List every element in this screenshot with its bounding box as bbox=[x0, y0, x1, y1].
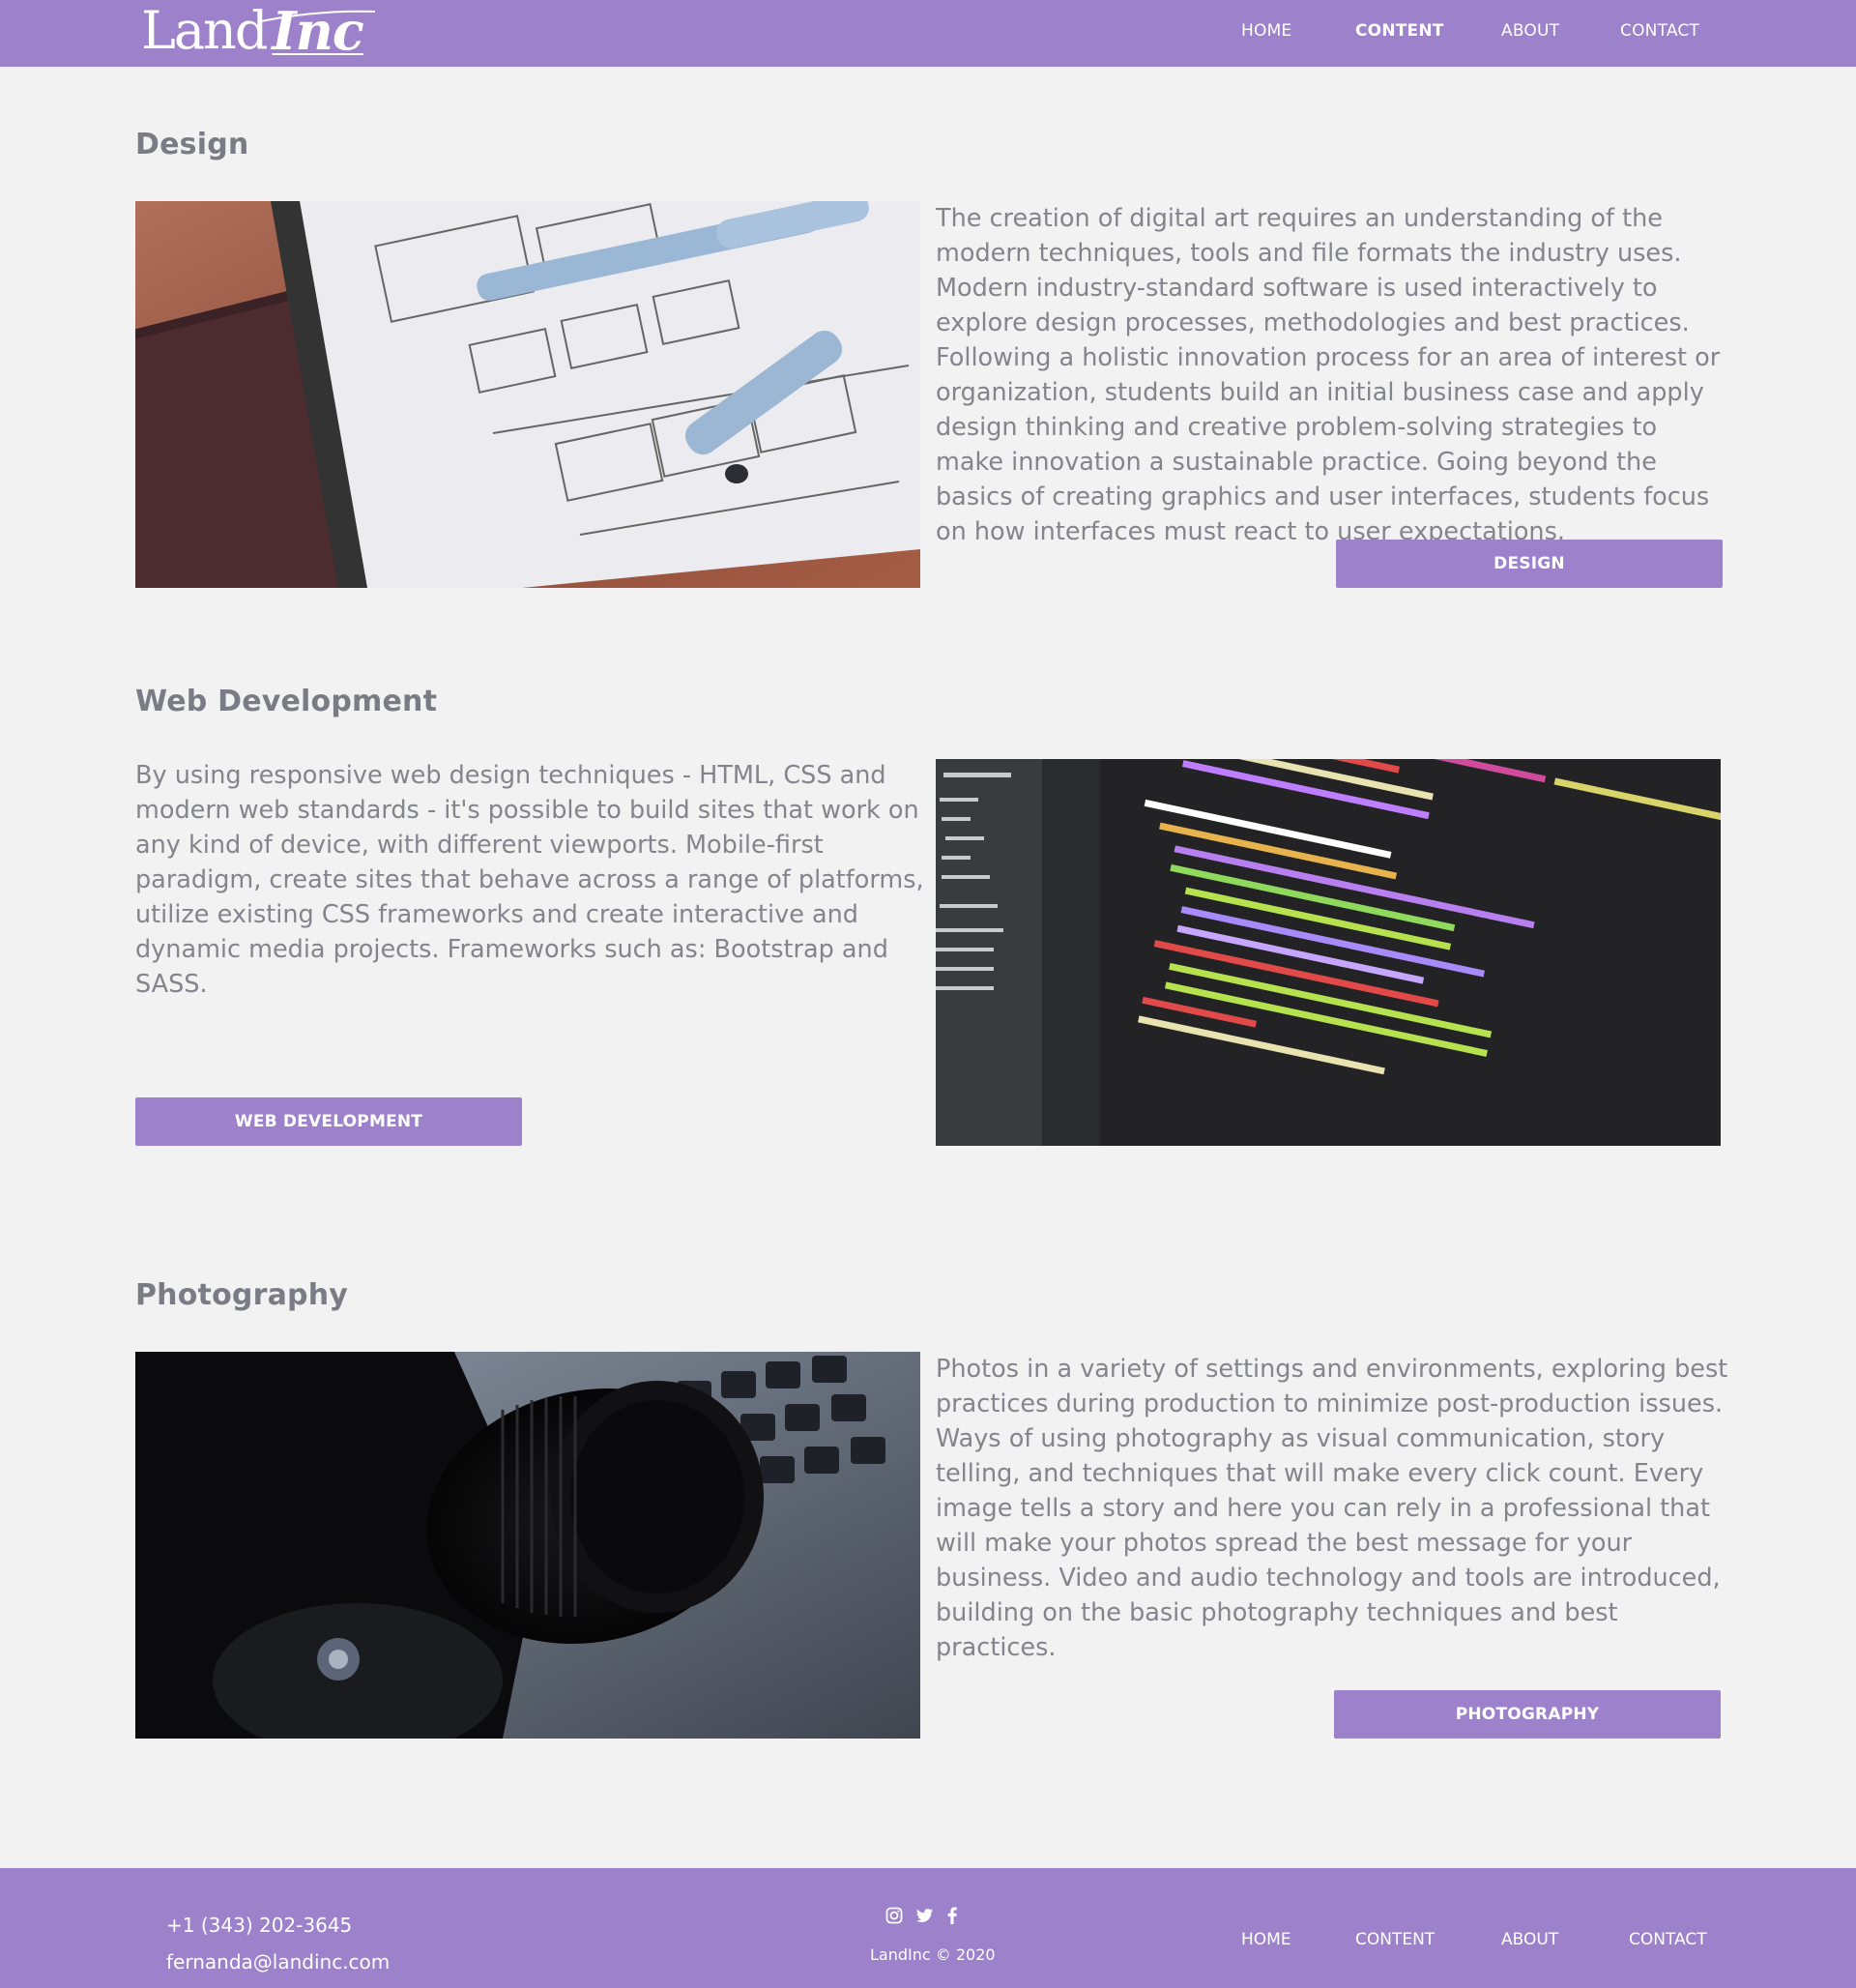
twitter-icon[interactable] bbox=[916, 1908, 934, 1927]
footer-phone[interactable]: +1 (343) 202-3645 bbox=[166, 1907, 390, 1944]
footer-copyright: LandInc © 2020 bbox=[870, 1945, 996, 1964]
footer-nav-home[interactable]: HOME bbox=[1241, 1930, 1291, 1949]
nav-home[interactable]: HOME bbox=[1241, 21, 1291, 41]
nav-contact[interactable]: CONTACT bbox=[1620, 21, 1699, 41]
section-title-design: Design bbox=[135, 128, 249, 161]
webdev-image bbox=[936, 759, 1721, 1146]
footer-contact: +1 (343) 202-3645 fernanda@landinc.com bbox=[166, 1907, 390, 1980]
nav-about[interactable]: ABOUT bbox=[1501, 21, 1559, 41]
footer-email[interactable]: fernanda@landinc.com bbox=[166, 1944, 390, 1980]
instagram-icon[interactable] bbox=[885, 1907, 903, 1928]
site-footer: +1 (343) 202-3645 fernanda@landinc.com L… bbox=[0, 1868, 1856, 1988]
logo-text-land: Land bbox=[141, 0, 268, 61]
social-links bbox=[885, 1907, 957, 1928]
footer-nav-content[interactable]: CONTENT bbox=[1355, 1930, 1435, 1949]
webdev-description: By using responsive web design technique… bbox=[135, 761, 924, 999]
section-title-photography: Photography bbox=[135, 1278, 349, 1312]
footer-nav-contact[interactable]: CONTACT bbox=[1629, 1930, 1707, 1949]
design-description: The creation of digital art requires an … bbox=[936, 204, 1721, 546]
section-title-webdev: Web Development bbox=[135, 685, 438, 718]
site-header: Land Inc HOME CONTENT ABOUT CONTACT bbox=[0, 0, 1856, 67]
footer-nav-about[interactable]: ABOUT bbox=[1501, 1930, 1558, 1949]
photography-image bbox=[135, 1352, 920, 1739]
web-development-button[interactable]: WEB DEVELOPMENT bbox=[135, 1097, 522, 1146]
design-image bbox=[135, 201, 920, 588]
design-button[interactable]: DESIGN bbox=[1336, 540, 1723, 588]
facebook-icon[interactable] bbox=[947, 1907, 957, 1928]
photography-button[interactable]: PHOTOGRAPHY bbox=[1334, 1690, 1721, 1739]
logo-swoosh-icon bbox=[261, 10, 376, 22]
nav-content[interactable]: CONTENT bbox=[1355, 21, 1444, 41]
photography-description: Photos in a variety of settings and envi… bbox=[936, 1355, 1728, 1662]
